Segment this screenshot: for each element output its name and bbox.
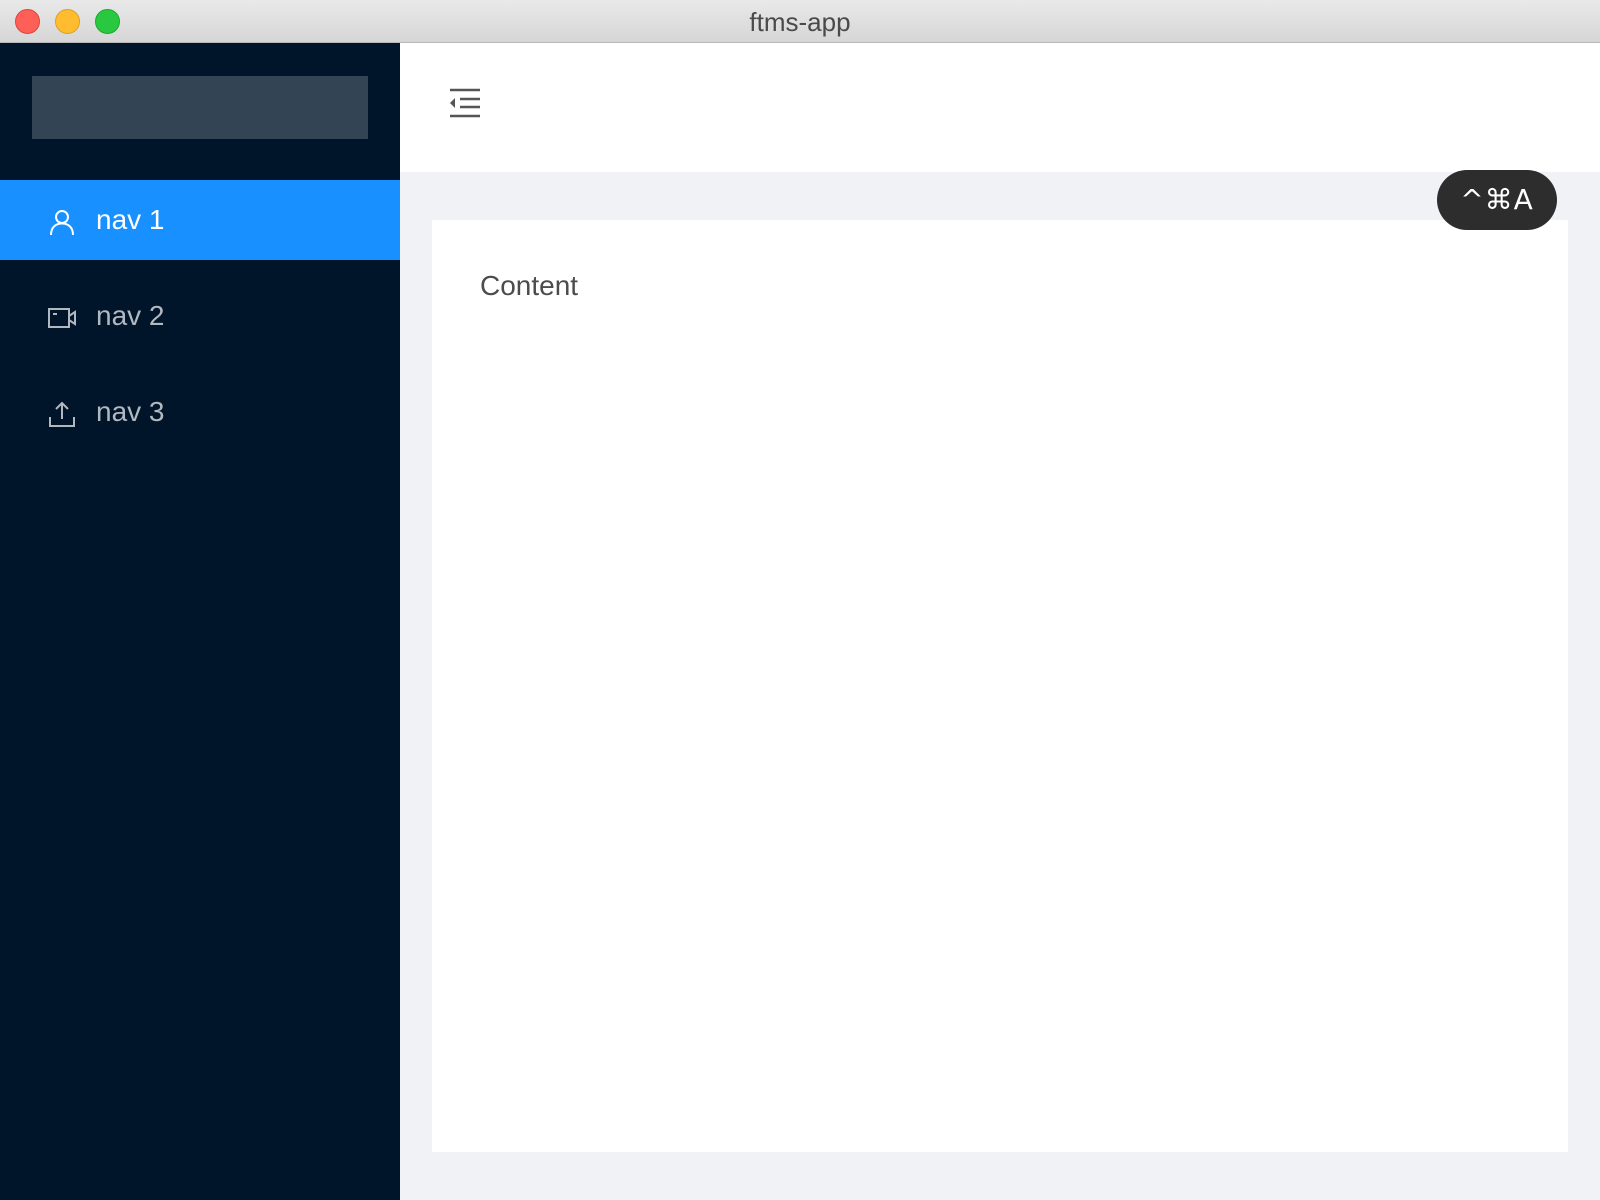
logo-placeholder [32, 76, 368, 139]
sidebar-item-nav-3[interactable]: nav 3 [0, 372, 400, 452]
sidebar: nav 1 nav 2 nav 3 [0, 43, 400, 1200]
user-icon [50, 210, 74, 236]
title-bar[interactable]: ftms-app [0, 0, 1600, 43]
upload-icon [49, 401, 75, 427]
content-card: Content [432, 220, 1568, 1152]
app-window: ftms-app nav 1 nav 2 nav 3 Content ^⌘A [0, 0, 1600, 1200]
window-title: ftms-app [749, 7, 851, 37]
sidebar-item-label: nav 2 [96, 300, 165, 331]
content-text: Content [480, 270, 579, 301]
shortcut-badge: ^⌘A [1437, 170, 1557, 230]
header [400, 43, 1600, 172]
sidebar-item-label: nav 3 [96, 396, 165, 427]
sidebar-item-nav-1[interactable]: nav 1 [0, 180, 400, 260]
sidebar-item-nav-2[interactable]: nav 2 [0, 276, 400, 356]
content-area: Content [400, 172, 1600, 1200]
sidebar-item-label: nav 1 [96, 204, 165, 235]
video-camera-icon [48, 308, 76, 328]
menu-fold-icon[interactable] [448, 87, 482, 119]
